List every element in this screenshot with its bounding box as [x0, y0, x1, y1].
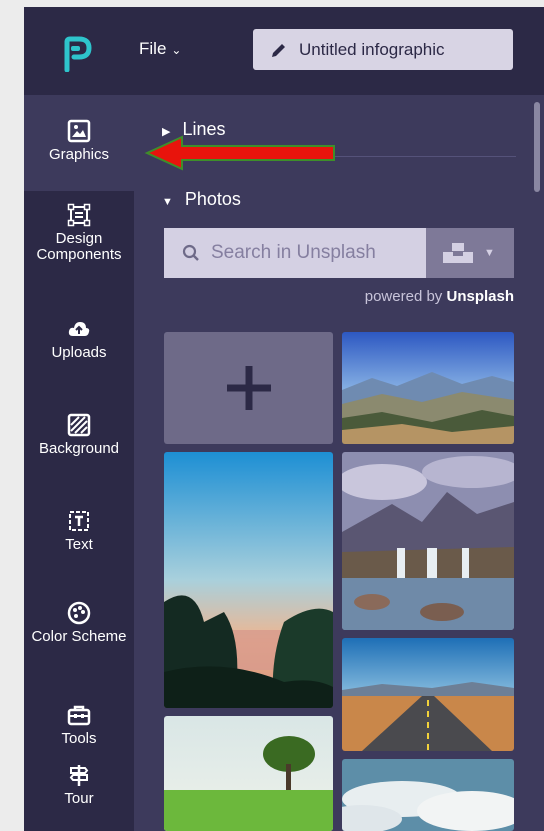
top-bar: File ⌄ Untitled infographic: [24, 7, 544, 95]
app-window: File ⌄ Untitled infographic Graphics Des…: [24, 7, 544, 831]
photo-thumbnail-sunset-palm-lake[interactable]: [164, 452, 333, 708]
sidebar-item-label: Uploads: [51, 344, 107, 361]
sidebar-item-color-scheme[interactable]: Color Scheme: [24, 601, 134, 645]
panel-scrollbar[interactable]: [534, 102, 540, 192]
toolbox-icon: [67, 705, 91, 726]
red-arrow-annotation: [144, 135, 335, 171]
desert-road-photo: [342, 638, 514, 751]
piktochart-logo[interactable]: [62, 36, 92, 72]
sunset-palm-lake-photo: [164, 452, 333, 708]
mountain-valley-photo: [342, 332, 514, 444]
sidebar-item-design-components[interactable]: Design Components: [24, 203, 134, 263]
document-title: Untitled infographic: [299, 39, 445, 59]
sidebar-item-graphics[interactable]: Graphics: [24, 95, 134, 191]
cloud-upload-icon: [68, 322, 90, 336]
chevron-down-icon: ▼: [162, 196, 173, 208]
photo-thumbnail-clouds[interactable]: [342, 759, 514, 831]
search-placeholder: Search in Unsplash: [211, 242, 376, 263]
sidebar-item-label: Design Components: [36, 230, 122, 263]
photo-thumbnail-waterfall-mountains[interactable]: [342, 452, 514, 630]
components-icon: [67, 203, 91, 227]
waterfall-mountains-photo: [342, 452, 514, 630]
unsplash-icon: [443, 243, 473, 263]
sidebar-item-tools[interactable]: Tools: [24, 703, 134, 747]
file-menu[interactable]: File ⌄: [139, 39, 181, 59]
lone-tree-meadow-photo: [164, 716, 333, 831]
text-icon: [69, 511, 89, 531]
photo-source-dropdown[interactable]: ▼: [426, 228, 514, 278]
chevron-down-icon: ⌄: [171, 43, 182, 57]
photo-thumbnail-mountain-valley[interactable]: [342, 332, 514, 444]
sidebar-item-label: Color Scheme: [31, 628, 127, 645]
sidebar-item-uploads[interactable]: Uploads: [24, 317, 134, 361]
file-menu-label: File: [139, 39, 167, 58]
unsplash-brand: Unsplash: [446, 288, 514, 305]
sidebar-item-text[interactable]: Text: [24, 509, 134, 553]
chevron-down-icon: ▼: [484, 247, 495, 259]
palette-icon: [67, 601, 91, 625]
sidebar-item-label: Tools: [61, 730, 97, 747]
unsplash-search-input[interactable]: Search in Unsplash: [164, 228, 426, 278]
sidebar: Graphics Design Components Uploads Backg…: [24, 95, 134, 831]
powered-by-unsplash[interactable]: powered by Unsplash: [365, 288, 514, 305]
plus-icon: [226, 366, 271, 410]
section-label: Photos: [184, 189, 241, 209]
image-icon: [67, 119, 91, 143]
search-icon: [182, 244, 199, 261]
sidebar-item-label: Graphics: [48, 146, 110, 163]
powered-by-prefix: powered by: [364, 288, 443, 305]
photo-thumbnail-desert-road[interactable]: [342, 638, 514, 751]
pencil-icon: [272, 43, 285, 57]
sidebar-item-label: Text: [65, 536, 93, 553]
graphics-panel: ▶ Lines ▼ Photos Search in Unsplash ▼ powe…: [134, 95, 544, 831]
sidebar-item-label: Background: [38, 440, 120, 457]
section-photos[interactable]: ▼ Photos: [162, 189, 241, 210]
document-title-button[interactable]: Untitled infographic: [253, 29, 513, 70]
sidebar-item-background[interactable]: Background: [24, 413, 134, 457]
sidebar-item-tour[interactable]: Tour: [24, 763, 134, 807]
photo-thumbnail-lone-tree-meadow[interactable]: [164, 716, 333, 831]
clouds-photo: [342, 759, 514, 831]
add-photo-tile[interactable]: [164, 332, 333, 444]
sidebar-item-label: Tour: [64, 790, 94, 807]
background-icon: [67, 413, 91, 437]
signpost-icon: [69, 765, 89, 786]
